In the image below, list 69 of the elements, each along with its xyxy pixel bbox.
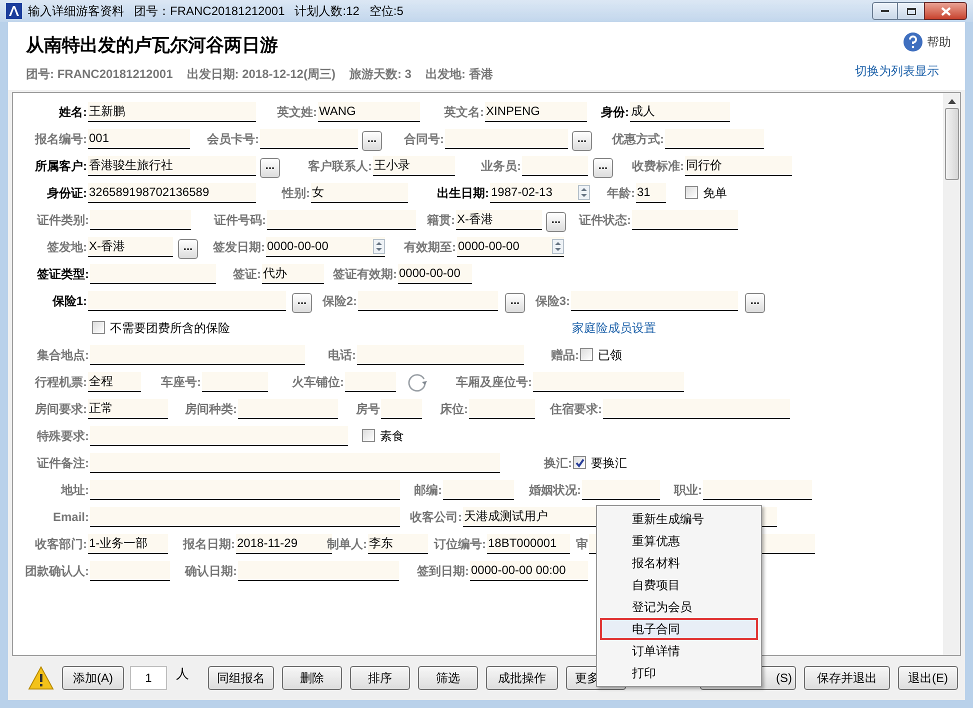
checkbox-label: 素食 bbox=[380, 428, 404, 444]
field-label: 姓名: bbox=[59, 104, 87, 120]
tour-info: 出发地: 香港 bbox=[425, 66, 493, 82]
tour-info: 旅游天数: 3 bbox=[349, 66, 412, 82]
field-label: 住宿要求: bbox=[550, 400, 602, 418]
field-label: 收客部门: bbox=[35, 536, 87, 552]
tour-info: 团号: FRANC20181212001 bbox=[26, 66, 173, 82]
field-label: 保险1: bbox=[52, 292, 87, 310]
field-label: 房间种类: bbox=[185, 400, 237, 418]
field-label: 保险2: bbox=[322, 292, 357, 310]
tour-title: 从南特出发的卢瓦尔河谷两日游 bbox=[26, 34, 278, 56]
field-label: 签证: bbox=[233, 266, 261, 282]
field-label: 有效期至: bbox=[404, 238, 456, 256]
window-title: 输入详细游客资料 团号：FRANC20181212001 计划人数:12 空位:5 bbox=[28, 3, 404, 20]
field-label: 证件状态: bbox=[579, 212, 631, 228]
field-label: 签证有效期: bbox=[333, 266, 397, 282]
field-label: 订位编号: bbox=[434, 536, 486, 552]
field-label: 赠品: bbox=[551, 346, 579, 364]
field-label: 床位: bbox=[440, 400, 468, 418]
field-label: 证件号码: bbox=[214, 212, 266, 228]
field-label: 地址: bbox=[61, 482, 89, 498]
unit-label: 人 bbox=[176, 665, 189, 683]
field-label: 特殊要求: bbox=[37, 428, 89, 444]
field-label: 签到日期: bbox=[417, 562, 469, 580]
checkbox-label: 不需要团费所含的保险 bbox=[110, 320, 230, 336]
field-label: 行程机票: bbox=[35, 374, 87, 390]
field-label: 团款确认人: bbox=[25, 562, 89, 580]
field-label: 邮编: bbox=[414, 482, 442, 498]
field-label: 英文名: bbox=[444, 104, 484, 120]
field-label: 保险3: bbox=[535, 292, 570, 310]
field-label: 收客公司: bbox=[410, 508, 462, 526]
checkbox-label: 免单 bbox=[703, 184, 727, 202]
field-label: 身份: bbox=[601, 104, 629, 120]
field-label: 证件备注: bbox=[37, 454, 89, 472]
field-label: 车座号: bbox=[161, 374, 201, 390]
field-label: 身份证: bbox=[47, 184, 87, 202]
field-label: 签证类型: bbox=[37, 266, 89, 282]
field-label: 英文姓: bbox=[277, 104, 317, 120]
field-label: 换汇: bbox=[544, 454, 572, 472]
field-label: 证件类别: bbox=[37, 212, 89, 228]
field-label: 职业: bbox=[674, 482, 702, 498]
field-label: 年龄: bbox=[607, 184, 635, 202]
checkbox-label: 要换汇 bbox=[591, 454, 627, 472]
field-label: 房间要求: bbox=[35, 400, 87, 418]
field-label: 确认日期: bbox=[185, 562, 237, 580]
field-label: 电话: bbox=[328, 346, 356, 364]
field-label: 优惠方式: bbox=[612, 130, 664, 148]
field-label: 合同号: bbox=[404, 130, 444, 148]
field-label: 收费标准: bbox=[632, 158, 684, 174]
field-label: 婚姻状况: bbox=[529, 482, 581, 498]
tour-info: 出发日期: 2018-12-12(周三) bbox=[186, 66, 336, 82]
field-label: 报名编号: bbox=[35, 130, 87, 148]
field-label: 客户联系人: bbox=[308, 158, 372, 174]
field-label: 报名日期: bbox=[183, 536, 235, 552]
field-label: 所属客户: bbox=[35, 158, 87, 174]
checkbox-label: 已领 bbox=[598, 346, 622, 364]
field-label: 业务员: bbox=[481, 158, 521, 174]
field-label: 审 bbox=[576, 536, 588, 552]
field-label: 集合地点: bbox=[37, 346, 89, 364]
field-label: 性别: bbox=[282, 184, 310, 202]
field-label: 籍贯: bbox=[427, 212, 455, 228]
field-label: 签发地: bbox=[47, 238, 87, 256]
field-label: 房号 bbox=[356, 400, 380, 418]
field-label: 会员卡号: bbox=[207, 130, 259, 148]
field-label: 火车铺位: bbox=[292, 374, 344, 390]
field-label: 签发日期: bbox=[213, 238, 265, 256]
field-label: 出生日期: bbox=[437, 184, 489, 202]
field-label: 车厢及座位号: bbox=[456, 374, 532, 390]
field-label: Email: bbox=[52, 508, 89, 526]
